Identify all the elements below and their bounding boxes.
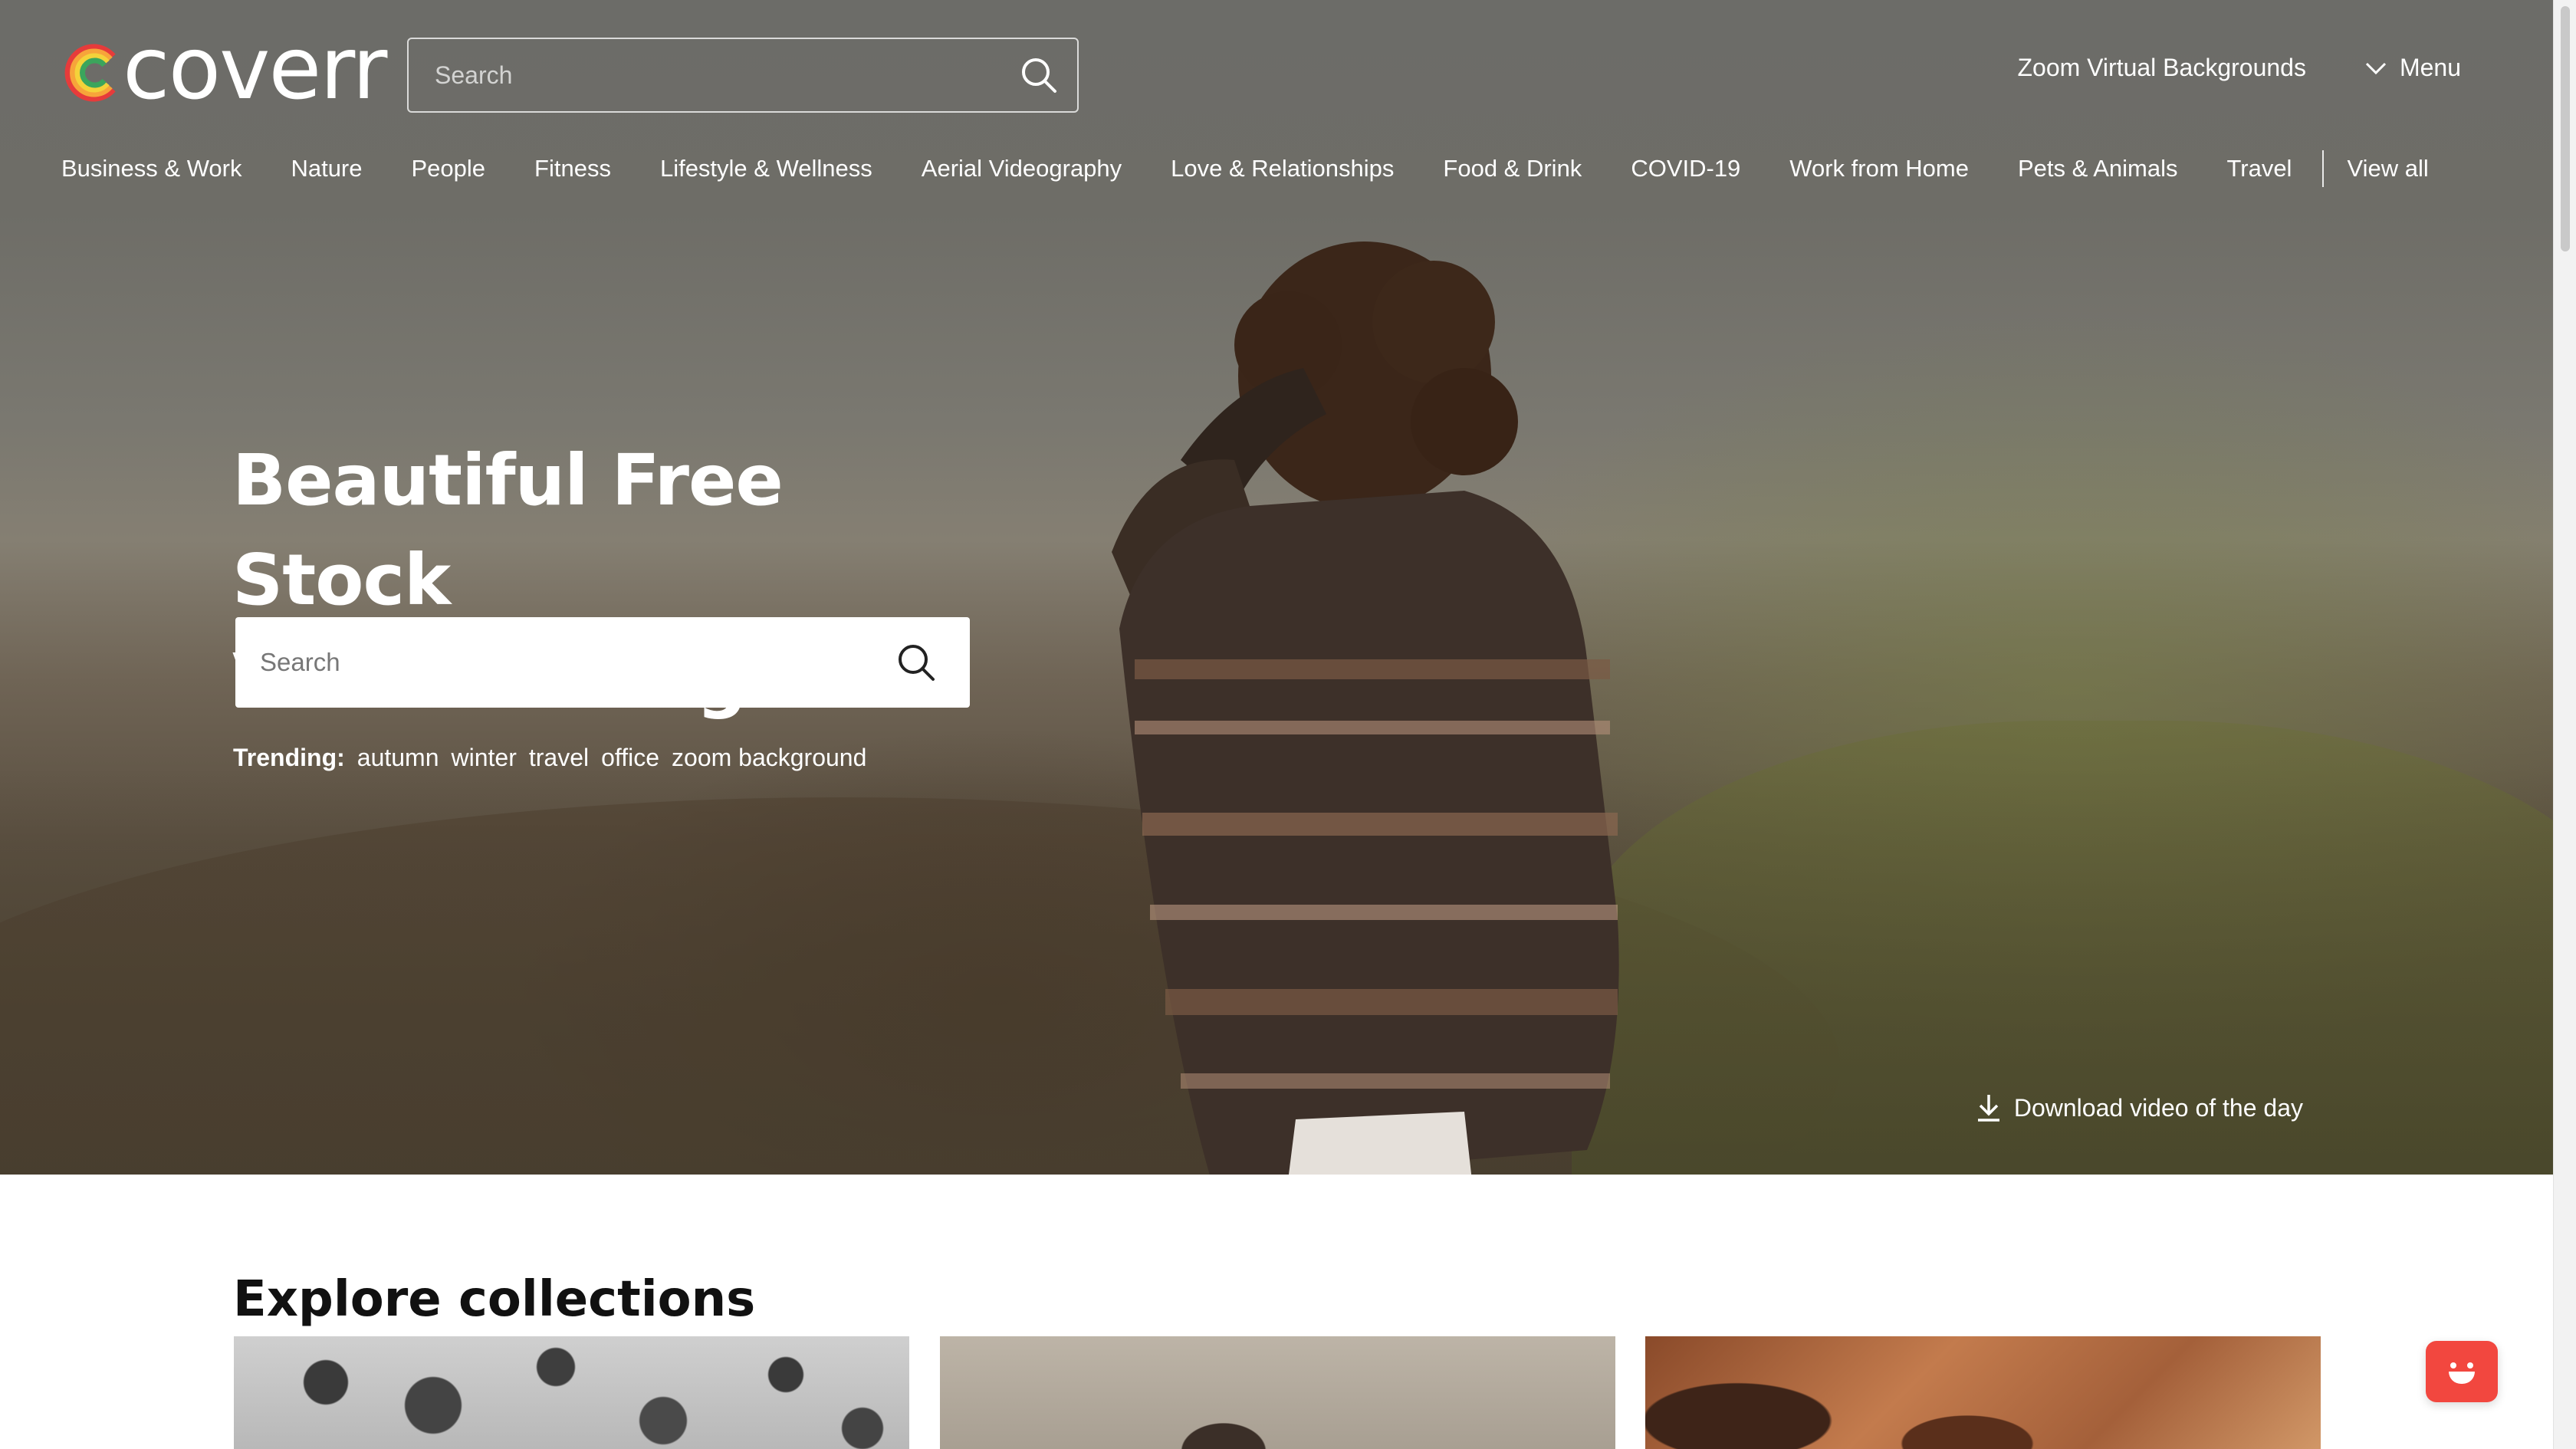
category-fitness[interactable]: Fitness (534, 155, 611, 182)
category-food-drink[interactable]: Food & Drink (1443, 155, 1582, 182)
zoom-virtual-backgrounds-link[interactable]: Zoom Virtual Backgrounds (2017, 54, 2305, 82)
download-video-label: Download video of the day (2013, 1093, 2303, 1122)
category-love-relationships[interactable]: Love & Relationships (1171, 155, 1394, 182)
menu-label: Menu (2399, 54, 2461, 81)
coverr-logo[interactable]: coverr (60, 26, 387, 115)
page-scrollbar[interactable] (2553, 0, 2576, 1449)
category-aerial-videography[interactable]: Aerial Videography (922, 155, 1122, 182)
category-pets-animals[interactable]: Pets & Animals (2018, 155, 2177, 182)
site-header: coverr Zoom Virtual Backgrounds Menu Bus… (0, 0, 2553, 207)
collection-card[interactable] (940, 1336, 1615, 1449)
search-icon (1022, 58, 1056, 93)
scrollbar-thumb[interactable] (2561, 6, 2570, 251)
menu-button[interactable]: Menu (2364, 54, 2461, 82)
logo-text: coverr (123, 19, 387, 119)
chat-icon-eye (2450, 1362, 2456, 1368)
explore-collections-title: Explore collections (233, 1271, 756, 1329)
download-video-of-the-day[interactable]: Download video of the day (1976, 1092, 2303, 1123)
header-search (407, 38, 1079, 113)
hero-search-button[interactable] (863, 617, 970, 708)
category-work-from-home[interactable]: Work from Home (1789, 155, 1969, 182)
chat-widget-button[interactable] (2426, 1341, 2498, 1402)
trending-tag[interactable]: office (601, 744, 659, 772)
hero-search (235, 616, 970, 708)
category-divider (2322, 150, 2325, 187)
header-right-nav: Zoom Virtual Backgrounds Menu (2017, 54, 2461, 82)
logo-rainbow-icon (64, 44, 116, 102)
chevron-down-icon (2365, 62, 2387, 74)
trending-tag[interactable]: autumn (357, 744, 439, 772)
header-search-button[interactable] (1001, 39, 1077, 111)
category-people[interactable]: People (412, 155, 486, 182)
hero-search-input[interactable] (235, 616, 863, 708)
hero-title-line-1: Beautiful Free Stock (232, 439, 784, 621)
category-travel[interactable]: Travel (2226, 155, 2292, 182)
view-all-categories-link[interactable]: View all (2347, 155, 2428, 182)
chat-icon (2449, 1372, 2475, 1384)
category-nature[interactable]: Nature (291, 155, 362, 182)
trending-tag[interactable]: winter (452, 744, 517, 772)
category-lifestyle-wellness[interactable]: Lifestyle & Wellness (660, 155, 872, 182)
trending-label: Trending: (233, 744, 345, 771)
trending-tag[interactable]: travel (529, 744, 589, 772)
category-covid-19[interactable]: COVID-19 (1631, 155, 1740, 182)
header-search-input[interactable] (409, 38, 1001, 112)
hero-person-image (1112, 242, 1619, 1175)
chat-icon-eye (2467, 1362, 2473, 1368)
download-icon (1977, 1095, 1999, 1122)
search-icon (899, 645, 935, 681)
category-nav: Business & Work Nature People Fitness Li… (61, 150, 2478, 187)
collection-card[interactable] (234, 1336, 909, 1449)
trending-tags: Trending: autumn winter travel office zo… (233, 744, 879, 772)
category-business-work[interactable]: Business & Work (61, 155, 242, 182)
trending-tag[interactable]: zoom background (672, 744, 866, 772)
collection-card[interactable] (1645, 1336, 2321, 1449)
